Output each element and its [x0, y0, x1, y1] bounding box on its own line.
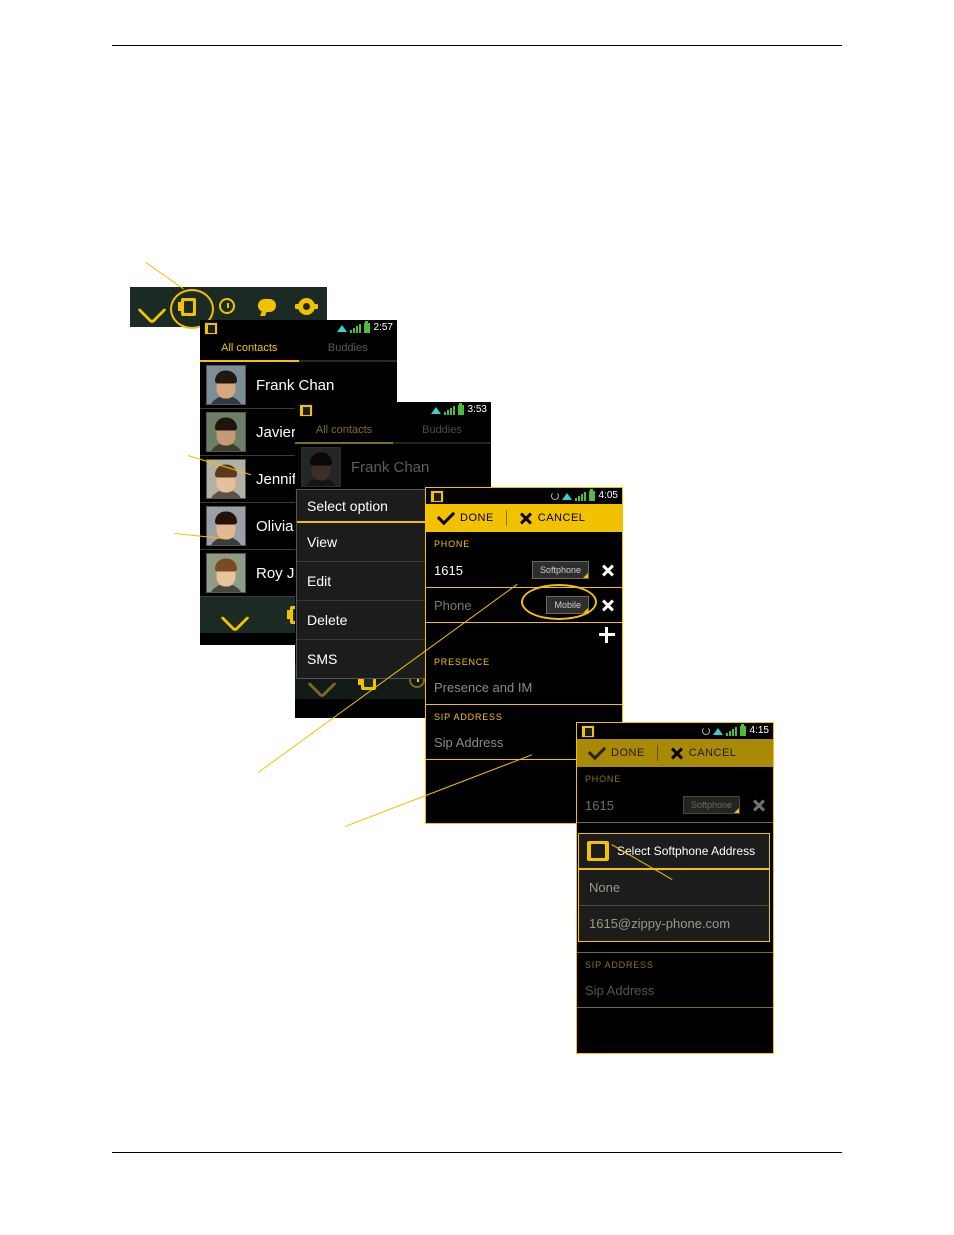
status-icons: [336, 321, 370, 333]
status-bar: 4:05: [426, 488, 622, 504]
wifi-icon: [712, 727, 723, 735]
status-bar: 2:57: [200, 320, 397, 336]
avatar: [301, 447, 341, 487]
wifi-icon: [430, 406, 441, 414]
header-rule: [112, 45, 842, 46]
tab-buddies[interactable]: Buddies: [393, 418, 491, 444]
plus-icon[interactable]: [599, 627, 615, 643]
contacts-icon: [587, 841, 609, 861]
battery-icon: [363, 321, 370, 333]
list-item-label: Javier: [256, 423, 297, 441]
signal-icon: [725, 726, 737, 736]
messages-icon[interactable]: [255, 295, 281, 319]
option-none[interactable]: None: [579, 870, 769, 905]
remove-icon[interactable]: [601, 564, 614, 577]
avatar: [206, 506, 246, 546]
list-item-label: Frank Chan: [256, 376, 335, 394]
action-bar[interactable]: DONE CANCEL: [577, 739, 773, 767]
signal-icon: [349, 323, 361, 333]
section-label-sip-address: SIP ADDRESS: [585, 960, 654, 970]
done-label: DONE: [611, 747, 645, 759]
callout-line-1: [145, 262, 184, 290]
presence-and-im-field[interactable]: Presence and IM: [426, 671, 622, 705]
cancel-label: CANCEL: [688, 747, 737, 759]
battery-icon: [739, 724, 746, 736]
clock-label: 4:15: [749, 725, 769, 736]
sync-icon: [701, 727, 710, 735]
settings-icon[interactable]: [294, 295, 320, 319]
section-label-phone: PHONE: [434, 539, 471, 549]
sip-address-field[interactable]: Sip Address: [577, 974, 773, 1008]
document-page: 2:57 All contacts Buddies Frank Chan Jav…: [0, 0, 954, 1235]
sync-icon: [550, 492, 559, 500]
dialog-header: Select Softphone Address: [579, 834, 769, 870]
signal-icon: [443, 405, 455, 415]
callout-circle-softphone-type: [521, 584, 597, 620]
clock-label: 2:57: [373, 322, 393, 333]
avatar: [206, 553, 246, 593]
wifi-icon: [561, 492, 572, 500]
avatar: [206, 365, 246, 405]
section-label-phone: PHONE: [585, 774, 622, 784]
status-icons: [430, 403, 464, 415]
phone-number-value[interactable]: 1615: [434, 563, 532, 578]
tab-all-contacts[interactable]: All contacts: [200, 336, 299, 362]
signal-icon: [574, 491, 586, 501]
phone-icon[interactable]: [136, 293, 168, 325]
footer-rule: [112, 1152, 842, 1153]
cancel-label: CANCEL: [537, 512, 586, 524]
cancel-button[interactable]: CANCEL: [507, 504, 598, 532]
close-icon: [670, 747, 683, 760]
battery-icon: [457, 403, 464, 415]
list-item-label: Frank Chan: [351, 458, 430, 476]
list-item[interactable]: Frank Chan: [295, 444, 491, 491]
check-icon: [587, 741, 607, 761]
status-bar: 3:53: [295, 402, 491, 418]
status-bar: 4:15: [577, 723, 773, 739]
check-icon: [436, 506, 456, 526]
notification-contacts-icon: [430, 489, 444, 503]
section-label-presence: PRESENCE: [434, 657, 490, 667]
remove-icon[interactable]: [752, 799, 765, 812]
select-softphone-address-dialog[interactable]: Select Softphone Address None 1615@zippy…: [578, 833, 770, 942]
notification-contacts-icon: [204, 321, 218, 335]
done-button[interactable]: DONE: [577, 739, 657, 767]
battery-icon: [588, 489, 595, 501]
history-icon[interactable]: [215, 295, 241, 319]
option-softphone-address[interactable]: 1615@zippy-phone.com: [579, 905, 769, 941]
clock-label: 4:05: [598, 490, 618, 501]
done-button[interactable]: DONE: [426, 504, 506, 532]
dialog-title: Select Softphone Address: [617, 844, 756, 858]
avatar: [206, 459, 246, 499]
notification-contacts-icon: [581, 724, 595, 738]
remove-icon[interactable]: [601, 599, 614, 612]
tab-all-contacts[interactable]: All contacts: [295, 418, 393, 444]
cancel-button[interactable]: CANCEL: [658, 739, 749, 767]
avatar: [206, 412, 246, 452]
phone-number-value[interactable]: 1615: [585, 798, 683, 813]
phone-type-softphone[interactable]: Softphone: [531, 561, 589, 579]
contacts-tabs[interactable]: All contacts Buddies: [295, 418, 491, 444]
notification-contacts-icon: [299, 403, 313, 417]
clock-label: 3:53: [467, 404, 487, 415]
done-label: DONE: [460, 512, 494, 524]
phone-icon[interactable]: [219, 601, 251, 633]
phone-row-1[interactable]: 1615 Softphone: [577, 788, 773, 823]
action-bar[interactable]: DONE CANCEL: [426, 504, 622, 532]
phone-row-1[interactable]: 1615 Softphone: [426, 553, 622, 588]
status-icons: [550, 489, 595, 501]
close-icon: [519, 512, 532, 525]
contacts-tabs[interactable]: All contacts Buddies: [200, 336, 397, 362]
status-icons: [701, 724, 746, 736]
phone-type-softphone[interactable]: Softphone: [682, 796, 740, 814]
tab-buddies[interactable]: Buddies: [298, 336, 397, 362]
wifi-icon: [336, 324, 347, 332]
